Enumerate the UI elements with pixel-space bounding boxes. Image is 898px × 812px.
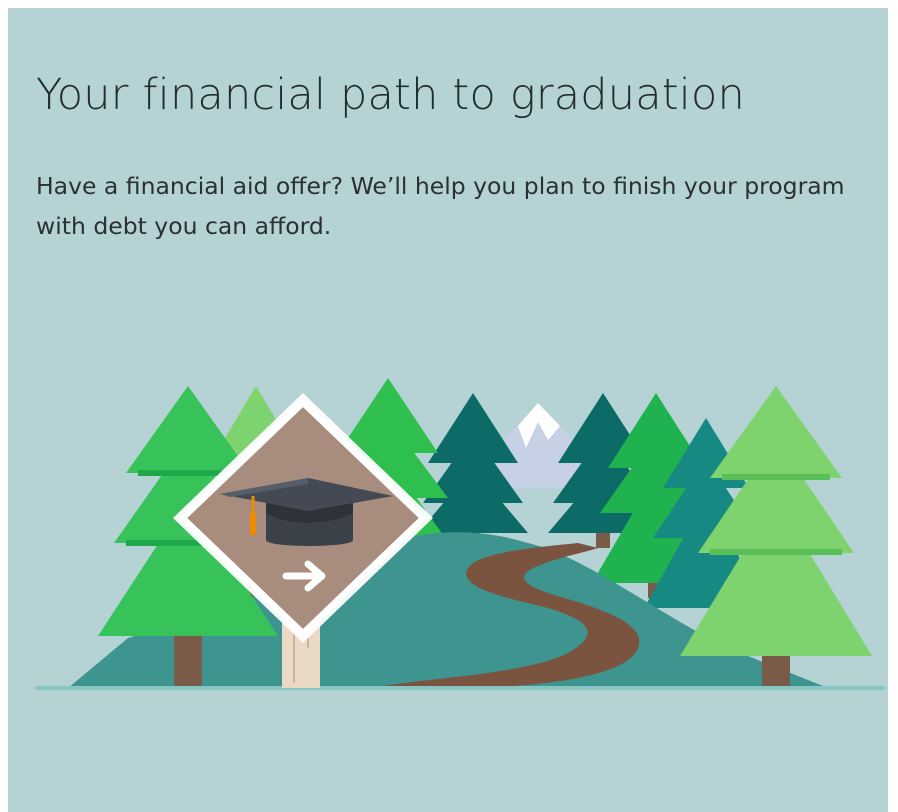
- forest-path-illustration: [36, 378, 884, 690]
- hero-title: Your financial path to graduation: [36, 70, 745, 120]
- hero-subtitle: Have a financial aid offer? We’ll help y…: [36, 172, 845, 240]
- hero-card: Your financial path to graduation Have a…: [8, 8, 888, 812]
